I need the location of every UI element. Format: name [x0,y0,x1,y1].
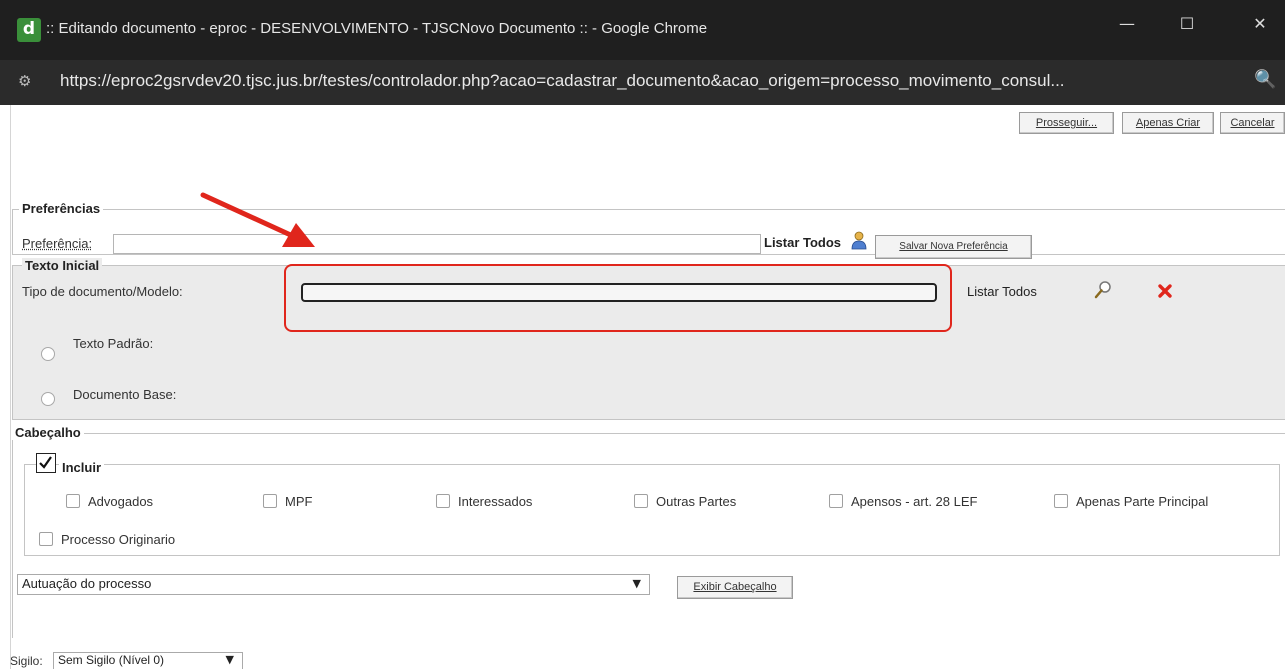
apenas-parte-principal-checkbox[interactable] [1054,494,1068,508]
clear-icon[interactable] [1157,283,1173,299]
tipo-documento-input[interactable] [301,283,937,302]
sigilo-select-value: Sem Sigilo (Nível 0) [58,653,165,667]
mpf-checkbox[interactable] [263,494,277,508]
window-title: :: Editando documento - eproc - DESENVOL… [46,20,708,37]
preferencia-listar-todos-link[interactable]: Listar Todos [764,235,841,250]
advogados-checkbox[interactable] [66,494,80,508]
preferencia-label: Preferência: [22,236,93,251]
user-icon[interactable] [851,230,867,250]
mpf-label: MPF [285,494,313,509]
apensos-checkbox[interactable] [829,494,843,508]
apenas-parte-principal-label: Apenas Parte Principal [1076,494,1209,509]
texto-inicial-legend: Texto Inicial [22,258,103,273]
processo-originario-checkbox[interactable] [39,532,53,546]
prosseguir-button[interactable]: Prosseguir... [1019,112,1114,134]
maximize-icon[interactable]: ☐ [1167,14,1207,46]
documento-base-radio[interactable] [41,392,55,406]
apenas-criar-button[interactable]: Apenas Criar [1122,112,1214,134]
chevron-down-icon: ▼ [632,577,641,590]
incluir-label: Incluir [59,460,105,475]
cabecalho-legend: Cabeçalho [12,425,84,440]
interessados-checkbox[interactable] [436,494,450,508]
cabecalho-select[interactable]: Autuação do processo ▼ [17,574,650,595]
content-border [10,105,11,669]
cancelar-button[interactable]: Cancelar [1220,112,1285,134]
documento-base-label: Documento Base: [73,387,177,402]
incluir-checkbox[interactable] [36,453,56,473]
tipo-listar-todos-link[interactable]: Listar Todos [967,284,1037,299]
outras-partes-checkbox[interactable] [634,494,648,508]
zoom-icon[interactable]: 🔍 [1254,69,1276,90]
sigilo-label: Sigilo: [10,654,43,668]
cabecalho-select-value: Autuação do processo [22,576,152,591]
salvar-preferencia-button[interactable]: Salvar Nova Preferência [875,235,1032,259]
close-icon[interactable]: ✕ [1240,14,1280,46]
search-icon[interactable] [1094,280,1112,300]
processo-originario-label: Processo Originario [61,532,176,547]
site-settings-icon[interactable]: ⚙ [18,72,42,92]
sigilo-select[interactable]: Sem Sigilo (Nível 0) ▼ [53,652,243,669]
url-text[interactable]: https://eproc2gsrvdev20.tjsc.jus.br/test… [60,71,1065,91]
app-logo-icon: d [17,18,41,42]
minimize-icon[interactable]: — [1107,14,1147,46]
texto-padrao-radio[interactable] [41,347,55,361]
annotation-arrow-icon [200,192,315,247]
texto-padrao-label: Texto Padrão: [73,336,154,351]
outras-partes-label: Outras Partes [656,494,737,509]
exibir-cabecalho-button[interactable]: Exibir Cabeçalho [677,576,793,599]
advogados-label: Advogados [88,494,154,509]
chevron-down-icon: ▼ [225,653,234,666]
tipo-documento-label: Tipo de documento/Modelo: [22,284,183,299]
apensos-label: Apensos - art. 28 LEF [851,494,978,509]
interessados-label: Interessados [458,494,533,509]
preferencias-legend: Preferências [19,201,104,216]
incluir-fieldset [24,464,1280,556]
